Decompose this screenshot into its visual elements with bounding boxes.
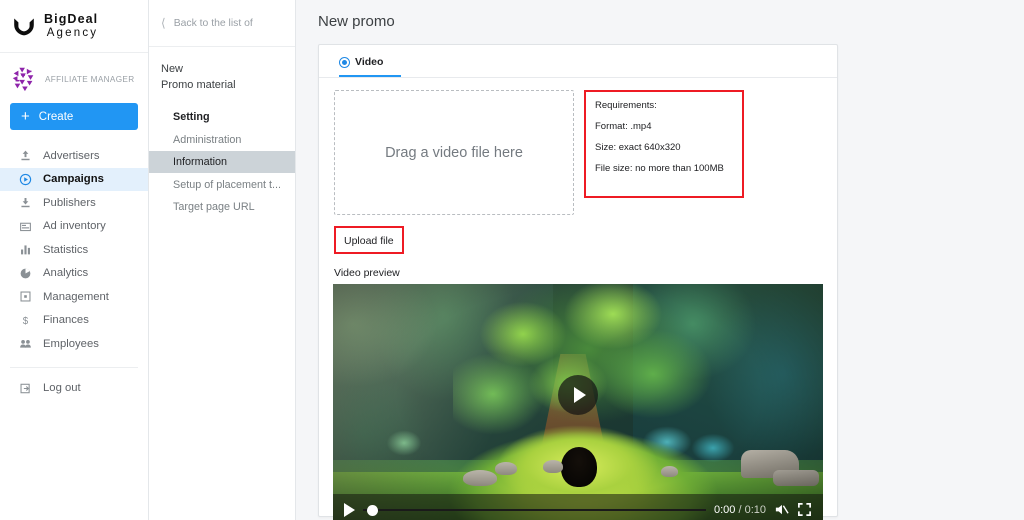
card-icon xyxy=(20,222,31,231)
brand-name-line1: BigDeal xyxy=(44,12,99,27)
sidebar-item-employees[interactable]: Employees xyxy=(0,332,148,356)
upload-row: Drag a video file here Requirements: For… xyxy=(333,78,823,215)
sidebar-item-campaigns[interactable]: Campaigns xyxy=(0,167,148,191)
sidebar-item-logout[interactable]: Log out xyxy=(0,377,148,401)
create-button-wrap: + Create xyxy=(0,99,148,142)
sidebar-item-label: Ad inventory xyxy=(43,220,106,233)
download-arrow-icon xyxy=(21,198,30,208)
sidebar-item-label: Publishers xyxy=(43,196,96,209)
sidebar-item-label: Statistics xyxy=(43,243,89,256)
create-button-label: Create xyxy=(38,110,74,123)
tab-bar: Video xyxy=(333,56,823,77)
play-icon[interactable] xyxy=(344,502,355,517)
sidebar-item-finances[interactable]: $ Finances xyxy=(0,309,148,333)
sidebar-item-ad-inventory[interactable]: Ad inventory xyxy=(0,215,148,239)
back-to-list-button[interactable]: ⟨ Back to the list of xyxy=(149,0,295,47)
sidebar-item-statistics[interactable]: Statistics xyxy=(0,238,148,262)
identicon-avatar xyxy=(12,67,34,92)
account-role-label: AFFILIATE MANAGER xyxy=(45,74,135,84)
main-content: New promo Video Drag a video file here R… xyxy=(296,0,1024,520)
dashboard-box-icon xyxy=(20,291,31,302)
dollar-icon: $ xyxy=(23,316,29,327)
sidebar-item-publishers[interactable]: Publishers xyxy=(0,191,148,215)
radio-selected-icon xyxy=(339,56,350,68)
sidebar-item-analytics[interactable]: Analytics xyxy=(0,262,148,286)
sidebar-nav: Advertisers Campaigns Publishers Ad inve… xyxy=(0,142,148,400)
current-time: 0:00 xyxy=(713,503,736,516)
subpanel-item-setting[interactable]: Setting xyxy=(149,106,295,129)
subpanel-item-setup-of-placement[interactable]: Setup of placement t... xyxy=(149,173,295,196)
upload-arrow-icon xyxy=(21,150,30,161)
brand-name-line2: Agency xyxy=(46,26,99,39)
sidebar-item-label: Advertisers xyxy=(43,149,100,162)
fullscreen-icon[interactable] xyxy=(797,502,812,517)
tab-video-label: Video xyxy=(355,56,384,68)
sidebar-item-label: Log out xyxy=(43,382,81,395)
bar-chart-icon xyxy=(21,245,30,255)
app-root: BigDeal Agency AFFILIATE MANAGER + Creat… xyxy=(0,0,1024,520)
video-time-display: 0:00 / 0:10 xyxy=(714,504,766,516)
back-to-list-label: Back to the list of xyxy=(173,17,253,29)
video-dropzone[interactable]: Drag a video file here xyxy=(334,90,574,215)
svg-text:$: $ xyxy=(23,316,29,327)
volume-muted-icon[interactable] xyxy=(774,502,789,517)
requirements-title: Requirements: xyxy=(595,100,657,111)
requirement-file-size: File size: no more than 100MB xyxy=(595,163,724,174)
primary-sidebar: BigDeal Agency AFFILIATE MANAGER + Creat… xyxy=(0,0,149,520)
secondary-panel: ⟨ Back to the list of New Promo material… xyxy=(149,0,296,520)
time-separator: / xyxy=(738,503,742,516)
requirement-size: Size: exact 640x320 xyxy=(595,142,681,153)
play-triangle-icon xyxy=(573,386,586,403)
requirement-format: Format: .mp4 xyxy=(595,121,652,132)
chevron-left-icon: ⟨ xyxy=(161,16,166,30)
sidebar-item-label: Management xyxy=(43,290,109,303)
pie-chart-icon xyxy=(20,268,31,279)
subpanel-title: New Promo material xyxy=(149,47,295,94)
tab-video[interactable]: Video xyxy=(339,56,401,77)
sidebar-divider xyxy=(10,366,138,368)
video-preview-label: Video preview xyxy=(334,267,400,279)
video-controls-bar: 0:00 / 0:10 xyxy=(333,494,823,520)
subpanel-item-information[interactable]: Information xyxy=(149,150,295,174)
upload-file-label: Upload file xyxy=(344,235,394,247)
subpanel-item-target-page-url[interactable]: Target page URL xyxy=(149,196,295,219)
subpanel-title-line1: New xyxy=(161,63,184,75)
subpanel-nav: Setting Administration Information Setup… xyxy=(149,106,295,219)
sidebar-item-label: Analytics xyxy=(43,267,89,280)
promo-card: Video Drag a video file here Requirement… xyxy=(318,44,838,520)
brand-header[interactable]: BigDeal Agency xyxy=(0,0,148,53)
video-play-overlay-button[interactable] xyxy=(558,374,598,415)
sidebar-item-label: Finances xyxy=(43,314,89,327)
scrubber-handle[interactable] xyxy=(367,504,378,516)
plus-icon: + xyxy=(21,108,30,125)
logout-icon xyxy=(20,383,30,394)
page-title: New promo xyxy=(318,13,395,30)
video-player[interactable]: 0:00 / 0:10 xyxy=(333,284,823,520)
shield-v-logo-icon xyxy=(14,18,34,36)
play-circle-icon xyxy=(19,173,32,185)
people-icon xyxy=(20,340,31,348)
sidebar-item-management[interactable]: Management xyxy=(0,285,148,309)
sidebar-item-label: Campaigns xyxy=(43,173,104,186)
subpanel-title-line2: Promo material xyxy=(161,78,236,91)
account-summary[interactable]: AFFILIATE MANAGER xyxy=(0,53,148,99)
dropzone-label: Drag a video file here xyxy=(385,144,523,161)
video-scrubber[interactable] xyxy=(363,504,706,516)
sidebar-item-advertisers[interactable]: Advertisers xyxy=(0,144,148,168)
create-button[interactable]: + Create xyxy=(10,103,138,130)
requirements-box: Requirements: Format: .mp4 Size: exact 6… xyxy=(584,90,744,198)
subpanel-item-administration[interactable]: Administration xyxy=(149,128,295,151)
scrubber-track xyxy=(363,508,706,511)
total-time: 0:10 xyxy=(744,503,766,516)
sidebar-item-label: Employees xyxy=(43,337,99,350)
upload-file-button[interactable]: Upload file xyxy=(334,226,404,254)
